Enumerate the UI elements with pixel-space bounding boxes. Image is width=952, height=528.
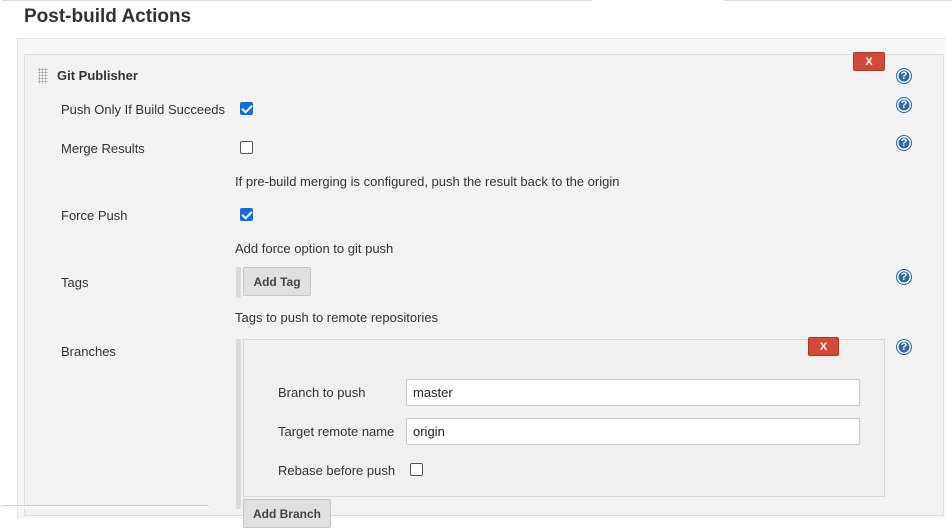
push-only-label: Push Only If Build Succeeds	[61, 102, 226, 117]
target-remote-label: Target remote name	[278, 424, 395, 439]
branches-repeat-bar	[236, 339, 241, 509]
merge-results-checkbox[interactable]	[240, 141, 253, 154]
target-remote-input[interactable]: origin	[406, 418, 860, 445]
help-icon[interactable]: ?	[896, 339, 912, 355]
git-publisher-title: Git Publisher	[57, 68, 138, 83]
branch-to-push-label: Branch to push	[278, 385, 366, 400]
tags-description: Tags to push to remote repositories	[235, 310, 439, 325]
help-icon[interactable]: ?	[896, 135, 912, 151]
drag-handle-icon[interactable]	[38, 68, 48, 84]
branch-to-push-input[interactable]: master	[406, 379, 860, 406]
help-icon[interactable]: ?	[896, 97, 912, 113]
delete-publisher-button[interactable]: X	[853, 52, 885, 71]
push-only-checkbox[interactable]	[240, 102, 253, 115]
force-push-checkbox[interactable]	[240, 208, 253, 221]
rebase-before-push-checkbox[interactable]	[410, 463, 423, 476]
add-branch-button[interactable]: Add Branch	[243, 499, 331, 528]
top-divider-right	[724, 0, 952, 1]
force-push-description: Add force option to git push	[235, 241, 394, 256]
tags-label: Tags	[61, 275, 89, 290]
horizontal-scrollbar[interactable]	[0, 505, 210, 509]
branches-label: Branches	[61, 344, 116, 359]
tags-repeat-bar	[236, 267, 241, 298]
top-divider	[2, 0, 592, 1]
add-tag-button[interactable]: Add Tag	[243, 267, 311, 296]
rebase-before-push-label: Rebase before push	[278, 463, 396, 478]
merge-results-label: Merge Results	[61, 141, 145, 156]
merge-results-description: If pre-build merging is configured, push…	[235, 174, 620, 189]
help-icon[interactable]: ?	[896, 269, 912, 285]
delete-branch-button[interactable]: X	[808, 337, 839, 356]
force-push-label: Force Push	[61, 208, 128, 223]
help-icon[interactable]: ?	[896, 68, 912, 84]
section-title: Post-build Actions	[24, 6, 192, 27]
